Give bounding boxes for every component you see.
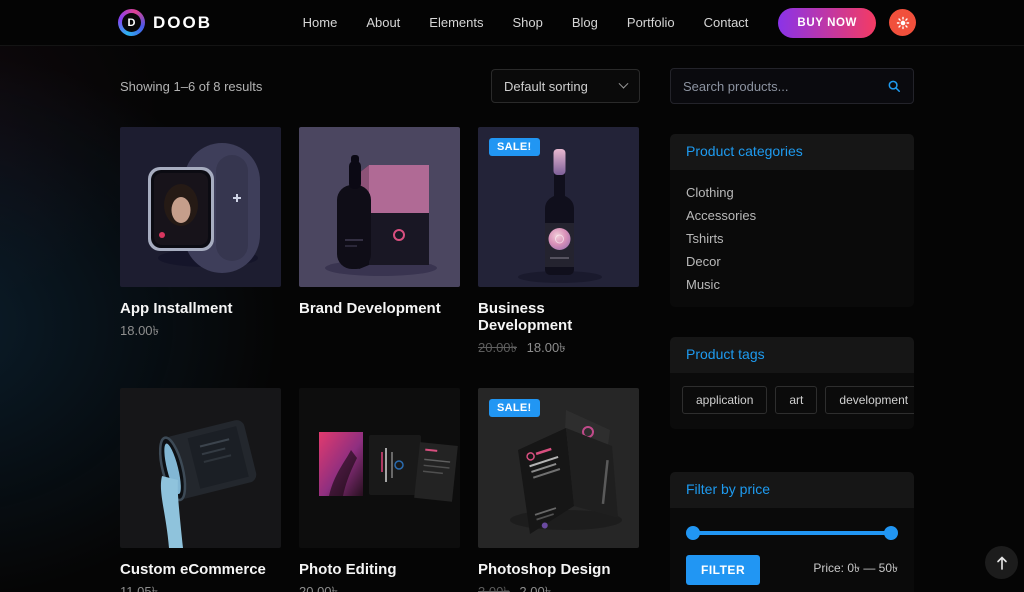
search-input[interactable] xyxy=(683,79,887,94)
product-title[interactable]: App Installment xyxy=(120,300,281,317)
navbar: D DOOB Home About Elements Shop Blog Por… xyxy=(0,0,1024,46)
chevron-down-icon xyxy=(619,78,629,88)
product-card: Custom eCommerce 11.05৳ xyxy=(120,388,281,592)
price-range-label: Price: 0৳ — 50৳ xyxy=(813,560,898,580)
buy-now-button[interactable]: BUY NOW xyxy=(778,8,876,38)
filter-row: FILTER Price: 0৳ — 50৳ xyxy=(686,555,898,589)
product-card: Brand Development xyxy=(299,127,460,360)
sale-badge: SALE! xyxy=(489,138,540,156)
logo-letter: D xyxy=(122,13,141,32)
category-link-music[interactable]: Music xyxy=(686,274,898,295)
tag-art[interactable]: art xyxy=(775,386,817,414)
category-link-tshirts[interactable]: Tshirts xyxy=(686,228,898,249)
widget-title: Filter by price xyxy=(686,481,770,497)
shop-main: Showing 1–6 of 8 results Default sorting xyxy=(120,68,640,592)
sorting-dropdown[interactable]: Default sorting xyxy=(491,69,640,103)
nav-link-elements[interactable]: Elements xyxy=(429,15,483,30)
brochure-product-photo[interactable]: SALE! xyxy=(478,388,639,548)
wine-bottle-product-photo[interactable]: SALE! xyxy=(478,127,639,287)
slider-handle-max[interactable] xyxy=(884,526,898,540)
product-tags-widget: Product tags application art development xyxy=(670,337,914,429)
search-icon xyxy=(887,79,901,93)
shop-sidebar: Product categories Clothing Accessories … xyxy=(670,68,914,592)
shop-toolbar: Showing 1–6 of 8 results Default sorting xyxy=(120,68,640,104)
slider-handle-min[interactable] xyxy=(686,526,700,540)
widget-body: Clothing Accessories Tshirts Decor Music xyxy=(670,170,914,307)
product-grid: App Installment 18.00৳ xyxy=(120,127,640,592)
product-title[interactable]: Brand Development xyxy=(299,300,460,317)
tag-development[interactable]: development xyxy=(825,386,914,414)
nav-link-shop[interactable]: Shop xyxy=(513,15,543,30)
business-cards-product-photo[interactable] xyxy=(299,388,460,548)
sorting-value: Default sorting xyxy=(504,79,588,94)
scroll-to-top-button[interactable] xyxy=(985,546,1018,579)
smartwatch-product-photo[interactable] xyxy=(120,127,281,287)
results-count: Showing 1–6 of 8 results xyxy=(120,79,262,94)
product-card: SALE! Business Development 20.00৳ 18.00৳ xyxy=(478,127,639,360)
slider-track[interactable] xyxy=(688,531,896,535)
tag-application[interactable]: application xyxy=(682,386,767,414)
sun-icon xyxy=(896,16,910,30)
nav-link-home[interactable]: Home xyxy=(303,15,338,30)
product-price: 20.00৳ 18.00৳ xyxy=(478,339,639,360)
nav-link-contact[interactable]: Contact xyxy=(704,15,749,30)
old-price: 20.00৳ xyxy=(478,340,517,355)
page-content: Showing 1–6 of 8 results Default sorting xyxy=(0,46,1024,592)
product-title[interactable]: Photo Editing xyxy=(299,561,460,578)
product-price: 20.00৳ xyxy=(299,583,460,592)
packaging-box-product-photo[interactable] xyxy=(299,127,460,287)
sale-badge: SALE! xyxy=(489,399,540,417)
product-card: SALE! Photoshop Design 3.00৳ 2.00৳ xyxy=(478,388,639,592)
product-title[interactable]: Business Development xyxy=(478,300,639,334)
product-search xyxy=(670,68,914,104)
product-categories-widget: Product categories Clothing Accessories … xyxy=(670,134,914,307)
site-logo[interactable]: D DOOB xyxy=(118,9,212,36)
filter-button[interactable]: FILTER xyxy=(686,555,760,585)
product-title[interactable]: Photoshop Design xyxy=(478,561,639,578)
widget-title: Product categories xyxy=(686,143,803,159)
nav-link-about[interactable]: About xyxy=(366,15,400,30)
category-link-accessories[interactable]: Accessories xyxy=(686,205,898,226)
arrow-up-icon xyxy=(996,556,1008,570)
product-price: 18.00৳ xyxy=(120,322,281,343)
widget-title: Product tags xyxy=(686,346,765,362)
product-title[interactable]: Custom eCommerce xyxy=(120,561,281,578)
widget-body: FILTER Price: 0৳ — 50৳ xyxy=(670,508,914,592)
paint-can-product-photo[interactable] xyxy=(120,388,281,548)
filter-by-price-widget: Filter by price FILTER Price: 0৳ — 50৳ xyxy=(670,472,914,592)
logo-text: DOOB xyxy=(153,13,212,33)
logo-ring-icon: D xyxy=(118,9,145,36)
product-card: Photo Editing 20.00৳ xyxy=(299,388,460,592)
product-price: 11.05৳ xyxy=(120,583,281,592)
category-link-decor[interactable]: Decor xyxy=(686,251,898,272)
price-range-slider[interactable] xyxy=(686,526,898,540)
widget-header: Filter by price xyxy=(670,472,914,508)
product-price: 3.00৳ 2.00৳ xyxy=(478,583,639,592)
nav-links: Home About Elements Shop Blog Portfolio … xyxy=(303,15,749,30)
widget-header: Product tags xyxy=(670,337,914,373)
widget-header: Product categories xyxy=(670,134,914,170)
theme-toggle-button[interactable] xyxy=(889,9,916,36)
category-link-clothing[interactable]: Clothing xyxy=(686,182,898,203)
search-button[interactable] xyxy=(887,79,901,93)
nav-link-blog[interactable]: Blog xyxy=(572,15,598,30)
old-price: 3.00৳ xyxy=(478,584,510,592)
nav-link-portfolio[interactable]: Portfolio xyxy=(627,15,675,30)
widget-body: application art development xyxy=(670,373,914,429)
product-card: App Installment 18.00৳ xyxy=(120,127,281,360)
